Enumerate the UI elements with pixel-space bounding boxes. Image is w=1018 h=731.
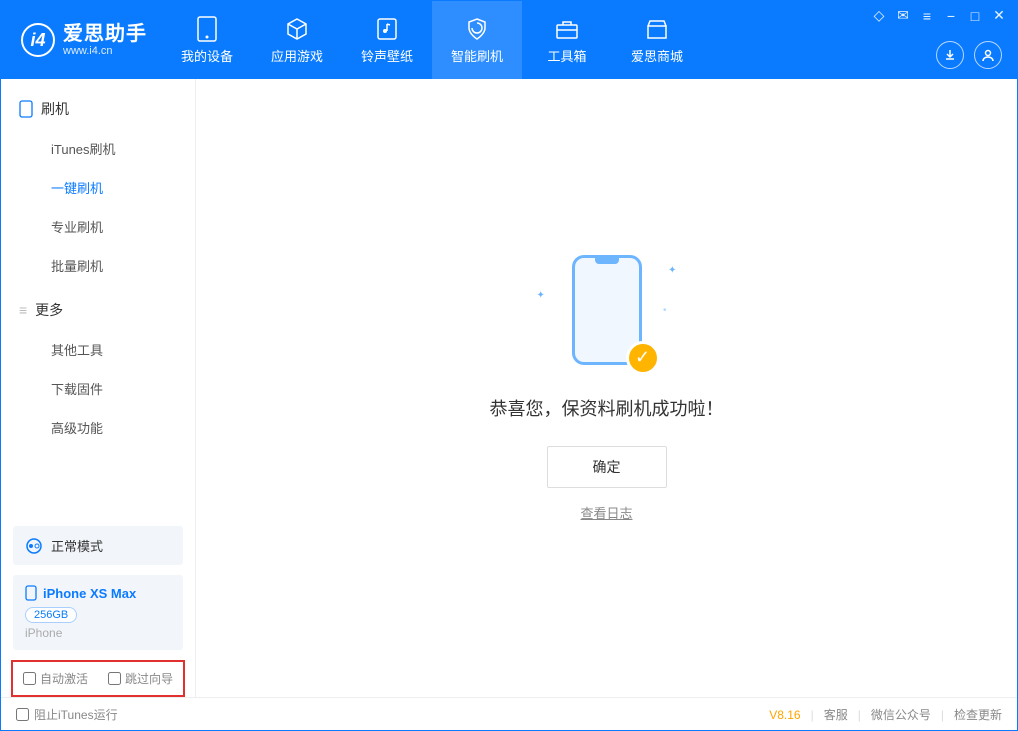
device-type: iPhone <box>25 626 171 640</box>
footer-support[interactable]: 客服 <box>824 706 848 723</box>
sidebar-section-more: ≡ 更多 <box>1 290 195 330</box>
device-phone-icon <box>25 585 37 601</box>
phone-icon <box>19 100 33 118</box>
nav-smart-flash[interactable]: 智能刷机 <box>432 1 522 79</box>
download-button[interactable] <box>936 41 964 69</box>
sidebar-item-other-tools[interactable]: 其他工具 <box>1 330 195 369</box>
header-actions <box>936 41 1002 69</box>
success-illustration: ✦ ✦ • ✓ <box>542 255 672 375</box>
sidebar-item-batch-flash[interactable]: 批量刷机 <box>1 246 195 285</box>
skip-guide-checkbox[interactable]: 跳过向导 <box>108 670 173 687</box>
store-icon <box>644 16 670 42</box>
sidebar-item-download-firmware[interactable]: 下载固件 <box>1 369 195 408</box>
music-icon <box>374 16 400 42</box>
app-subtitle: www.i4.cn <box>63 45 147 57</box>
nav-ringtone-wallpaper[interactable]: 铃声壁纸 <box>342 1 432 79</box>
app-logo-icon: i4 <box>21 23 55 57</box>
menu-icon[interactable]: ≡ <box>919 8 935 24</box>
account-button[interactable] <box>974 41 1002 69</box>
feedback-icon[interactable]: ✉ <box>895 7 911 24</box>
footer: 阻止iTunes运行 V8.16 | 客服 | 微信公众号 | 检查更新 <box>1 697 1017 731</box>
storage-badge: 256GB <box>25 607 77 623</box>
flash-options-highlighted: 自动激活 跳过向导 <box>11 660 185 697</box>
sidebar-section-flash: 刷机 <box>1 89 195 129</box>
toolbox-icon <box>554 16 580 42</box>
mode-icon <box>25 537 43 555</box>
skin-icon[interactable]: ◇ <box>871 7 887 24</box>
main-content: ✦ ✦ • ✓ 恭喜您，保资料刷机成功啦！ 确定 查看日志 <box>196 79 1017 697</box>
close-button[interactable]: ✕ <box>991 7 1007 24</box>
shield-icon <box>464 16 490 42</box>
nav-toolbox[interactable]: 工具箱 <box>522 1 612 79</box>
view-log-link[interactable]: 查看日志 <box>580 503 632 522</box>
list-icon: ≡ <box>19 302 27 318</box>
nav-apps-games[interactable]: 应用游戏 <box>252 1 342 79</box>
device-info[interactable]: iPhone XS Max 256GB iPhone <box>13 575 183 650</box>
check-icon: ✓ <box>626 341 660 375</box>
maximize-button[interactable]: □ <box>967 8 983 24</box>
device-icon <box>194 16 220 42</box>
version-label: V8.16 <box>769 708 800 722</box>
footer-wechat[interactable]: 微信公众号 <box>871 706 931 723</box>
app-title: 爱思助手 <box>63 23 147 45</box>
nav-my-device[interactable]: 我的设备 <box>162 1 252 79</box>
sidebar-item-oneclick-flash[interactable]: 一键刷机 <box>1 168 195 207</box>
app-header: i4 爱思助手 www.i4.cn 我的设备 应用游戏 铃声壁纸 智能刷机 工具… <box>1 1 1017 79</box>
nav-store[interactable]: 爱思商城 <box>612 1 702 79</box>
cube-icon <box>284 16 310 42</box>
ok-button[interactable]: 确定 <box>547 446 667 488</box>
mode-indicator[interactable]: 正常模式 <box>13 526 183 565</box>
logo-area: i4 爱思助手 www.i4.cn <box>1 1 162 79</box>
auto-activate-checkbox[interactable]: 自动激活 <box>23 670 88 687</box>
minimize-button[interactable]: − <box>943 8 959 24</box>
window-controls: ◇ ✉ ≡ − □ ✕ <box>871 7 1007 24</box>
sidebar: 刷机 iTunes刷机 一键刷机 专业刷机 批量刷机 ≡ 更多 其他工具 下载固… <box>1 79 196 697</box>
block-itunes-checkbox[interactable]: 阻止iTunes运行 <box>16 706 118 723</box>
sidebar-item-pro-flash[interactable]: 专业刷机 <box>1 207 195 246</box>
sidebar-item-advanced[interactable]: 高级功能 <box>1 408 195 447</box>
sidebar-item-itunes-flash[interactable]: iTunes刷机 <box>1 129 195 168</box>
footer-check-update[interactable]: 检查更新 <box>954 706 1002 723</box>
success-message: 恭喜您，保资料刷机成功啦！ <box>490 395 724 421</box>
